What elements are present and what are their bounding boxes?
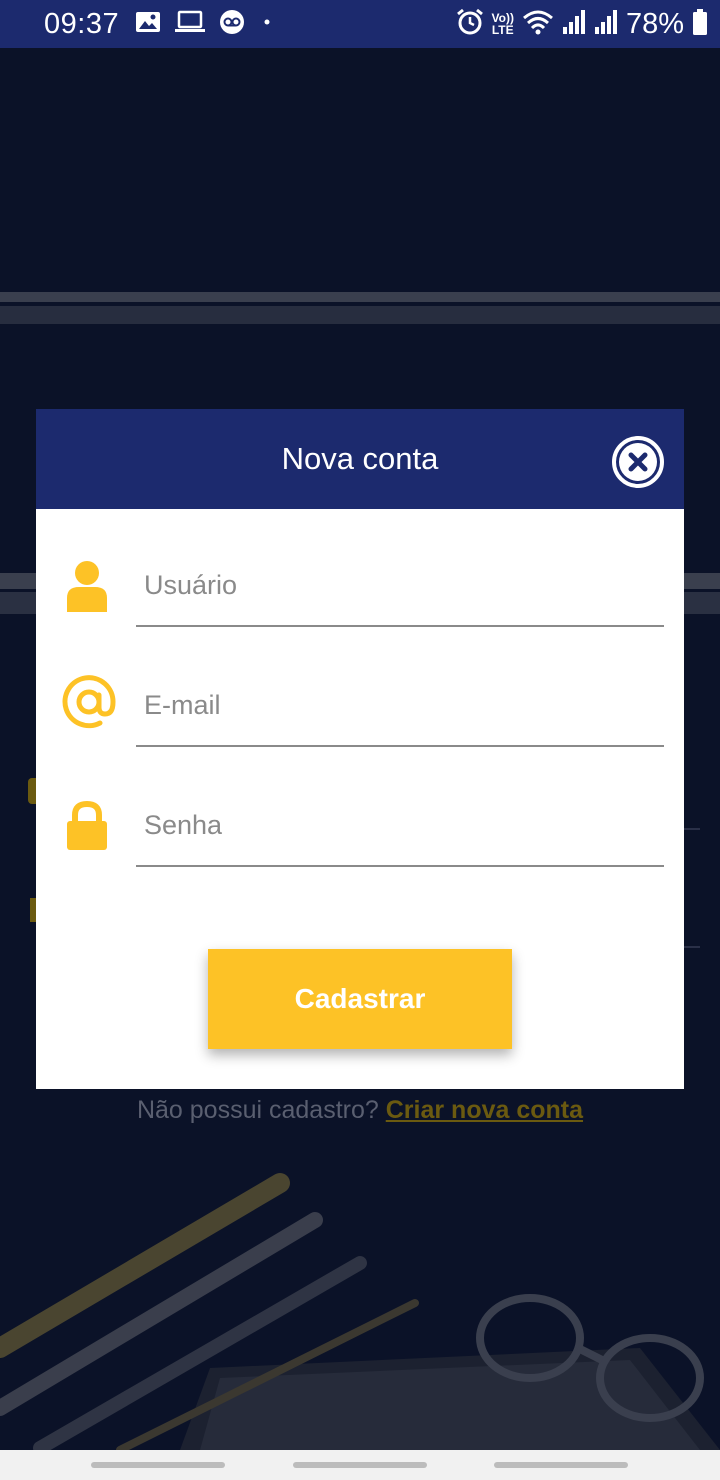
voicemail-icon bbox=[219, 9, 245, 40]
register-button[interactable]: Cadastrar bbox=[208, 949, 512, 1049]
close-circle-icon bbox=[619, 443, 657, 481]
signal-icon bbox=[594, 9, 618, 40]
image-icon bbox=[135, 10, 161, 39]
user-icon bbox=[58, 557, 116, 615]
email-field-row bbox=[36, 665, 684, 755]
dot-icon bbox=[259, 10, 275, 39]
close-button[interactable] bbox=[612, 436, 664, 488]
wifi-icon bbox=[522, 9, 554, 40]
username-field-row bbox=[36, 545, 684, 635]
dialog-title: Nova conta bbox=[281, 441, 439, 476]
status-right-icons: Vo)) LTE 78% bbox=[456, 8, 708, 41]
create-account-link[interactable]: Criar nova conta bbox=[386, 1096, 583, 1124]
new-account-dialog: Nova conta Cadastrar bbox=[36, 409, 684, 1089]
status-left-icons bbox=[135, 9, 275, 40]
password-input[interactable] bbox=[136, 785, 664, 867]
alarm-icon bbox=[456, 8, 484, 41]
decorative-band bbox=[0, 292, 720, 302]
volte-icon: Vo)) LTE bbox=[492, 12, 514, 36]
signal-icon bbox=[562, 9, 586, 40]
at-icon bbox=[60, 673, 118, 731]
username-input[interactable] bbox=[136, 545, 664, 627]
background-divider bbox=[684, 828, 700, 830]
battery-percent: 78% bbox=[625, 7, 684, 40]
status-time: 09:37 bbox=[44, 7, 120, 40]
laptop-icon bbox=[175, 10, 206, 39]
battery-icon bbox=[692, 8, 708, 41]
background-divider bbox=[684, 946, 700, 948]
lock-icon bbox=[58, 797, 116, 855]
dialog-header: Nova conta bbox=[36, 409, 684, 509]
nav-home-button[interactable] bbox=[293, 1462, 427, 1468]
status-bar: 09:37 Vo)) LTE 78% bbox=[0, 0, 720, 48]
nav-back-button[interactable] bbox=[494, 1462, 628, 1468]
signup-prompt: Não possui cadastro? Criar nova conta bbox=[0, 1096, 720, 1125]
signup-prompt-text: Não possui cadastro? bbox=[136, 1096, 379, 1124]
decorative-band bbox=[0, 306, 720, 324]
volte-label-bottom: LTE bbox=[491, 23, 514, 37]
navigation-bar bbox=[0, 1450, 720, 1480]
email-input[interactable] bbox=[136, 665, 664, 747]
nav-recents-button[interactable] bbox=[91, 1462, 225, 1468]
background-icon-fragment bbox=[28, 778, 36, 804]
password-field-row bbox=[36, 785, 684, 875]
